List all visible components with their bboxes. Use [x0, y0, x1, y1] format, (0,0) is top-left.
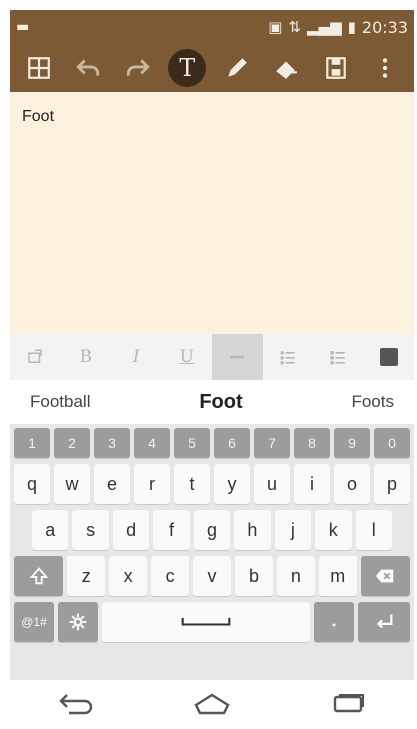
key-q[interactable]: q: [14, 464, 50, 504]
key-k[interactable]: k: [315, 510, 352, 550]
navigation-bar: [10, 684, 414, 728]
key-0[interactable]: 0: [374, 428, 410, 458]
home-icon: [194, 693, 230, 715]
period-key[interactable]: [314, 602, 354, 642]
key-j[interactable]: j: [274, 510, 312, 550]
key-8[interactable]: 8: [294, 428, 330, 458]
key-row-4: @1#: [14, 602, 410, 642]
note-text[interactable]: Foot: [22, 108, 54, 126]
recents-icon: [333, 694, 364, 713]
back-icon: [59, 694, 93, 715]
recents-button[interactable]: [327, 691, 367, 721]
key-e[interactable]: e: [94, 464, 130, 504]
back-button[interactable]: [57, 691, 97, 721]
key-a[interactable]: a: [32, 510, 69, 550]
nfc-icon: ▣: [268, 18, 283, 36]
status-icons: ▣ ⇅ ▂▄▆ ▮ 20:33: [268, 18, 408, 37]
key-v[interactable]: v: [193, 556, 231, 596]
number-row: 1 2 3 4 5 6 7 8 9 0: [14, 428, 410, 458]
backspace-icon: [376, 569, 394, 583]
highlight-button[interactable]: [212, 334, 263, 380]
bullet-list-icon[interactable]: [263, 334, 314, 380]
key-f[interactable]: f: [153, 510, 190, 550]
settings-key[interactable]: [58, 602, 98, 642]
key-i[interactable]: i: [294, 464, 330, 504]
key-l[interactable]: l: [355, 510, 392, 550]
signal-icon: ▂▄▆: [307, 18, 342, 36]
key-1[interactable]: 1: [14, 428, 50, 458]
key-s[interactable]: s: [72, 510, 109, 550]
format-bar: B I U: [10, 334, 414, 380]
grid-icon[interactable]: [20, 49, 58, 87]
eraser-icon[interactable]: [267, 49, 305, 87]
underline-button[interactable]: U: [162, 334, 213, 380]
pen-icon[interactable]: [218, 49, 256, 87]
shift-icon: [29, 567, 49, 585]
key-o[interactable]: o: [334, 464, 370, 504]
key-m[interactable]: m: [318, 556, 357, 596]
clock: 20:33: [361, 17, 408, 37]
redo-icon[interactable]: [119, 49, 157, 87]
key-p[interactable]: p: [374, 464, 410, 504]
period-icon: [332, 623, 336, 627]
italic-button[interactable]: I: [111, 334, 162, 380]
key-t[interactable]: t: [174, 464, 210, 504]
note-area[interactable]: Foot: [10, 92, 414, 334]
key-6[interactable]: 6: [214, 428, 250, 458]
notification-icon: ▬: [16, 19, 30, 35]
enter-icon: [376, 614, 393, 629]
suggestion-bar: Football Foot Foots: [10, 382, 414, 422]
color-picker-button[interactable]: [364, 334, 415, 380]
space-icon: [181, 617, 231, 626]
key-7[interactable]: 7: [254, 428, 290, 458]
key-x[interactable]: x: [109, 556, 148, 596]
key-y[interactable]: y: [214, 464, 250, 504]
numbered-list-icon[interactable]: [313, 334, 364, 380]
key-4[interactable]: 4: [134, 428, 170, 458]
key-u[interactable]: u: [254, 464, 290, 504]
color-swatch: [379, 348, 398, 366]
key-3[interactable]: 3: [94, 428, 130, 458]
key-g[interactable]: g: [193, 510, 231, 550]
key-row-3: z x c v b n m: [14, 556, 411, 596]
gear-icon: [69, 613, 87, 631]
status-bar: ▬ ▣ ⇅ ▂▄▆ ▮ 20:33: [10, 10, 414, 44]
undo-icon[interactable]: [69, 49, 107, 87]
keyboard: 1 2 3 4 5 6 7 8 9 0 q w e r t y u i o p …: [10, 424, 414, 680]
symbol-key[interactable]: @1#: [14, 602, 54, 642]
enter-key[interactable]: [358, 602, 410, 642]
home-button[interactable]: [192, 691, 232, 721]
bold-button[interactable]: B: [61, 334, 112, 380]
key-z[interactable]: z: [67, 556, 106, 596]
data-icon: ⇅: [288, 18, 302, 36]
text-style-icon[interactable]: [10, 334, 61, 380]
suggestion-left[interactable]: Football: [30, 392, 90, 412]
key-5[interactable]: 5: [174, 428, 210, 458]
key-w[interactable]: w: [54, 464, 90, 504]
suggestion-right[interactable]: Foots: [351, 392, 394, 412]
key-d[interactable]: d: [112, 510, 150, 550]
key-h[interactable]: h: [234, 510, 271, 550]
save-icon[interactable]: [317, 49, 355, 87]
shift-key[interactable]: [14, 556, 64, 596]
key-row-1: q w e r t y u i o p: [14, 464, 410, 504]
key-2[interactable]: 2: [54, 428, 90, 458]
more-icon[interactable]: [366, 49, 404, 87]
text-tool-button[interactable]: T: [168, 49, 207, 87]
key-b[interactable]: b: [234, 556, 273, 596]
suggestion-center[interactable]: Foot: [199, 391, 242, 414]
key-row-2: a s d f g h j k l: [14, 510, 410, 550]
backspace-key[interactable]: [360, 556, 411, 596]
toolbar: T: [10, 44, 414, 92]
key-c[interactable]: c: [151, 556, 190, 596]
key-r[interactable]: r: [134, 464, 170, 504]
battery-icon: ▮: [347, 18, 356, 36]
key-n[interactable]: n: [276, 556, 315, 596]
space-key[interactable]: [102, 602, 310, 642]
key-9[interactable]: 9: [334, 428, 370, 458]
